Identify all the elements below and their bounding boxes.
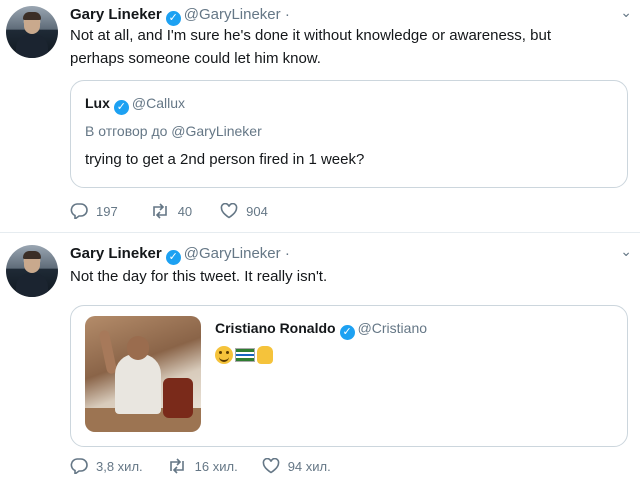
verified-badge-icon: ✓ (339, 325, 355, 340)
author-avatar[interactable] (6, 6, 58, 58)
retweet-button[interactable]: 40 (150, 203, 192, 219)
verified-badge-icon: ✓ (113, 100, 129, 115)
author-handle[interactable]: @GaryLineker (184, 6, 281, 23)
author-avatar[interactable] (6, 245, 58, 297)
separator-dot: · (284, 245, 290, 262)
quoted-reply-context: В отговор до @GaryLineker (85, 123, 262, 139)
quoted-tweet-text: trying to get a 2nd person fired in 1 we… (85, 151, 365, 168)
tweet-actions: 197 40 904 (70, 203, 268, 219)
quoted-author-handle: @Callux (131, 95, 186, 111)
verified-badge-icon: ✓ (165, 250, 181, 265)
quoted-author-handle: @Cristiano (357, 320, 428, 336)
quoted-tweet-header: Lux ✓ @Callux (85, 95, 185, 115)
quoted-author-name: Cristiano Ronaldo (215, 320, 336, 336)
tweet-actions: 3,8 хил. 16 хил. 94 хил. (70, 458, 331, 474)
reply-icon (70, 458, 88, 474)
quoted-tweet[interactable]: Cristiano Ronaldo ✓ @Cristiano (70, 305, 628, 447)
like-button[interactable]: 94 хил. (262, 458, 331, 474)
tweet-text-line-1: Not at all, and I'm sure he's done it wi… (70, 27, 551, 44)
flag-emoji-icon (235, 348, 255, 362)
reply-button[interactable]: 3,8 хил. (70, 458, 143, 474)
reply-count: 197 (96, 203, 118, 219)
tweet-text-line-2: perhaps someone could let him know. (70, 50, 321, 67)
chevron-down-icon[interactable]: ⌄ (620, 4, 632, 21)
author-name[interactable]: Gary Lineker (70, 245, 162, 262)
retweet-button[interactable]: 16 хил. (167, 458, 238, 474)
like-count: 94 хил. (287, 458, 331, 474)
quoted-tweet-header: Cristiano Ronaldo ✓ @Cristiano (215, 320, 427, 340)
reply-count: 3,8 хил. (96, 458, 143, 474)
smile-emoji-icon (215, 346, 233, 364)
quoted-tweet-emojis (215, 346, 273, 364)
retweet-count: 16 хил. (194, 458, 238, 474)
tweet-text: Not the day for this tweet. It really is… (70, 265, 327, 288)
like-count: 904 (246, 203, 268, 219)
reply-button[interactable]: 197 (70, 203, 118, 219)
chevron-down-icon[interactable]: ⌄ (620, 243, 632, 260)
quoted-author-name: Lux (85, 95, 110, 111)
tweet-text: Not at all, and I'm sure he's done it wi… (70, 24, 551, 70)
tweet-header: Gary Lineker ✓ @GaryLineker · (70, 245, 290, 265)
tweet-text-line-1: Not the day for this tweet. It really is… (70, 268, 328, 285)
tweet-header: Gary Lineker ✓ @GaryLineker · (70, 6, 290, 26)
quoted-tweet-photo[interactable] (85, 316, 201, 432)
separator-dot: · (284, 6, 290, 23)
retweet-icon (152, 203, 167, 219)
retweet-icon (169, 458, 184, 474)
thumbs-up-emoji-icon (257, 346, 273, 364)
quoted-tweet[interactable]: Lux ✓ @Callux В отговор до @GaryLineker tr… (70, 80, 628, 188)
reply-icon (70, 203, 88, 219)
like-button[interactable]: 904 (220, 203, 268, 219)
heart-icon (220, 203, 238, 219)
tweet-1[interactable]: Gary Lineker ✓ @GaryLineker · ⌄ Not at all… (0, 0, 640, 232)
author-handle[interactable]: @GaryLineker (184, 245, 281, 262)
author-name[interactable]: Gary Lineker (70, 6, 162, 23)
heart-icon (262, 458, 280, 474)
retweet-count: 40 (177, 203, 193, 219)
